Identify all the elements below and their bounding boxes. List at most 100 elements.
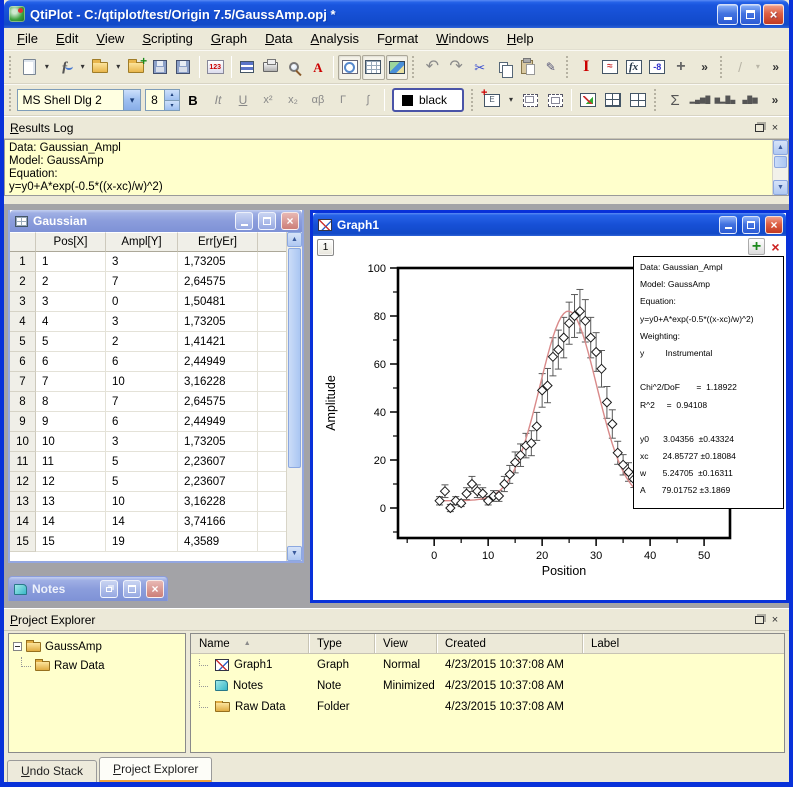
function-dropdown[interactable]: ▾ <box>77 55 88 80</box>
paste-button[interactable] <box>516 55 539 80</box>
close-button[interactable]: × <box>763 4 784 25</box>
table-cell[interactable]: 5 <box>36 332 106 352</box>
table-corner[interactable] <box>10 232 36 252</box>
cut-button[interactable]: ✂ <box>468 55 491 80</box>
results-log-scrollbar[interactable]: ▲ ▼ <box>772 140 788 195</box>
row-header[interactable]: 4 <box>10 312 36 332</box>
fit-in-window-button[interactable] <box>543 88 567 112</box>
line-toolbar-overflow[interactable]: » <box>764 55 787 80</box>
sum-of-columns-button[interactable]: Σ <box>663 88 687 112</box>
table-cell[interactable]: 3,16228 <box>178 372 258 392</box>
set-formula-button[interactable]: -8 <box>646 55 669 80</box>
panel-splitter[interactable] <box>4 196 789 204</box>
table-cell[interactable]: 3,16228 <box>178 492 258 512</box>
menu-windows[interactable]: Windows <box>427 28 498 49</box>
column-header-name[interactable]: Name ▲ <box>191 634 309 653</box>
toolbar-handle[interactable] <box>566 56 571 78</box>
project-explorer-toggle[interactable] <box>338 55 361 80</box>
bold-button[interactable]: B <box>181 88 205 112</box>
new-dropdown[interactable]: ▾ <box>41 55 52 80</box>
text-color-button[interactable]: black <box>392 88 464 112</box>
cascade-windows-button[interactable] <box>626 88 650 112</box>
new-project-button[interactable] <box>18 55 41 80</box>
table-cell[interactable]: 10 <box>106 372 178 392</box>
new-function-plot-button[interactable]: ƒ <box>53 55 76 80</box>
notes-restore-button[interactable] <box>100 580 118 598</box>
title-bar[interactable]: QtiPlot - C:/qtiplot/test/Origin 7.5/Gau… <box>4 0 789 28</box>
results-log-header[interactable]: Results Log × <box>4 116 789 139</box>
row-header[interactable]: 6 <box>10 352 36 372</box>
menu-format[interactable]: Format <box>368 28 427 49</box>
row-header[interactable]: 14 <box>10 512 36 532</box>
row-header[interactable]: 5 <box>10 332 36 352</box>
table-cell[interactable]: 6 <box>36 352 106 372</box>
duplicate-window-button[interactable] <box>236 55 259 80</box>
notes-title-bar[interactable]: Notes × <box>8 576 168 601</box>
font-family-select[interactable]: MS Shell Dlg 2 ▾ <box>17 89 141 111</box>
export-pdf-button[interactable]: A <box>307 55 330 80</box>
notes-close-button[interactable]: × <box>146 580 164 598</box>
greek-button[interactable]: αβ <box>306 88 330 112</box>
table-cell[interactable]: 0 <box>106 292 178 312</box>
scroll-up-icon[interactable]: ▲ <box>287 232 302 247</box>
draw-line-button[interactable]: / <box>729 55 752 80</box>
row-header[interactable]: 12 <box>10 472 36 492</box>
scripting-console-toggle[interactable] <box>386 55 409 80</box>
table-cell[interactable]: 2,23607 <box>178 472 258 492</box>
float-panel-button[interactable] <box>751 120 767 135</box>
table-cell[interactable]: 7 <box>36 372 106 392</box>
import-ascii-button[interactable]: 123 <box>204 55 227 80</box>
menu-analysis[interactable]: Analysis <box>302 28 368 49</box>
float-panel-button[interactable] <box>751 612 767 627</box>
row-header[interactable]: 1 <box>10 252 36 272</box>
font-size-spinner[interactable]: 8 ▴ ▾ <box>145 89 180 111</box>
gaussian-table-window[interactable]: Gaussian × Pos[X] Ampl[Y] Err[yEr] 1131,… <box>8 210 304 563</box>
arrange-layers-button[interactable] <box>518 88 542 112</box>
graph-close-button[interactable]: × <box>765 216 783 234</box>
graph-window[interactable]: Graph1 × 01020304050020406080100Position… <box>310 210 789 603</box>
table-cell[interactable]: 3 <box>106 432 178 452</box>
tree-node-gaussamp[interactable]: GaussAmp <box>9 637 185 656</box>
scroll-down-icon[interactable]: ▼ <box>287 546 302 561</box>
save-project-button[interactable] <box>148 55 171 80</box>
menu-view[interactable]: View <box>87 28 133 49</box>
row-header[interactable]: 3 <box>10 292 36 312</box>
layer-1-button[interactable]: 1 <box>317 239 334 256</box>
table-cell[interactable]: 6 <box>106 352 178 372</box>
table-cell[interactable]: 14 <box>106 512 178 532</box>
menu-file[interactable]: File <box>8 28 47 49</box>
table-cell[interactable]: 13 <box>36 492 106 512</box>
row-header[interactable]: 9 <box>10 412 36 432</box>
gaussian-scrollbar[interactable]: ▲ ▼ <box>286 232 302 561</box>
results-log-panel[interactable]: Data: Gaussian_AmplModel: GaussAmpEquati… <box>4 139 789 196</box>
table-cell[interactable]: 1,73205 <box>178 432 258 452</box>
superscript-button[interactable]: x² <box>256 88 280 112</box>
table-cell[interactable]: 10 <box>106 492 178 512</box>
table-cell[interactable]: 2,64575 <box>178 392 258 412</box>
scroll-up-icon[interactable]: ▲ <box>773 140 788 155</box>
line-dropdown[interactable]: ▾ <box>752 55 763 80</box>
explorer-row[interactable]: NotesNoteMinimized4/23/2015 10:37:08 AM <box>191 675 784 696</box>
tree-node-rawdata[interactable]: Raw Data <box>9 656 185 675</box>
table-cell[interactable]: 2,64575 <box>178 272 258 292</box>
table-cell[interactable]: 3,74166 <box>178 512 258 532</box>
spinner-up-icon[interactable]: ▴ <box>165 90 179 100</box>
tab-project-explorer[interactable]: Project Explorer <box>99 757 212 783</box>
explorer-row[interactable]: Raw DataFolder4/23/2015 10:37:08 AM <box>191 696 784 717</box>
fit-results-legend[interactable]: Data: Gaussian_AmplModel: GaussAmpEquati… <box>633 256 784 509</box>
column-statistics-button[interactable]: ▂▄▆█ <box>688 88 712 112</box>
close-panel-button[interactable]: × <box>767 612 783 627</box>
scroll-thumb[interactable] <box>288 248 301 468</box>
layer-dropdown[interactable]: ▾ <box>505 88 517 112</box>
plot-toolbar-overflow[interactable]: » <box>693 55 716 80</box>
notes-window[interactable]: Notes × <box>8 576 168 601</box>
table-cell[interactable]: 2 <box>36 272 106 292</box>
toolbar-handle[interactable] <box>654 89 659 111</box>
gamma-button[interactable]: Γ <box>331 88 355 112</box>
menu-graph[interactable]: Graph <box>202 28 256 49</box>
undo-button[interactable]: ↶ <box>421 55 444 80</box>
row-header[interactable]: 15 <box>10 532 36 552</box>
table-cell[interactable]: 12 <box>36 472 106 492</box>
toolbar-handle[interactable] <box>720 56 725 78</box>
row-header[interactable]: 13 <box>10 492 36 512</box>
